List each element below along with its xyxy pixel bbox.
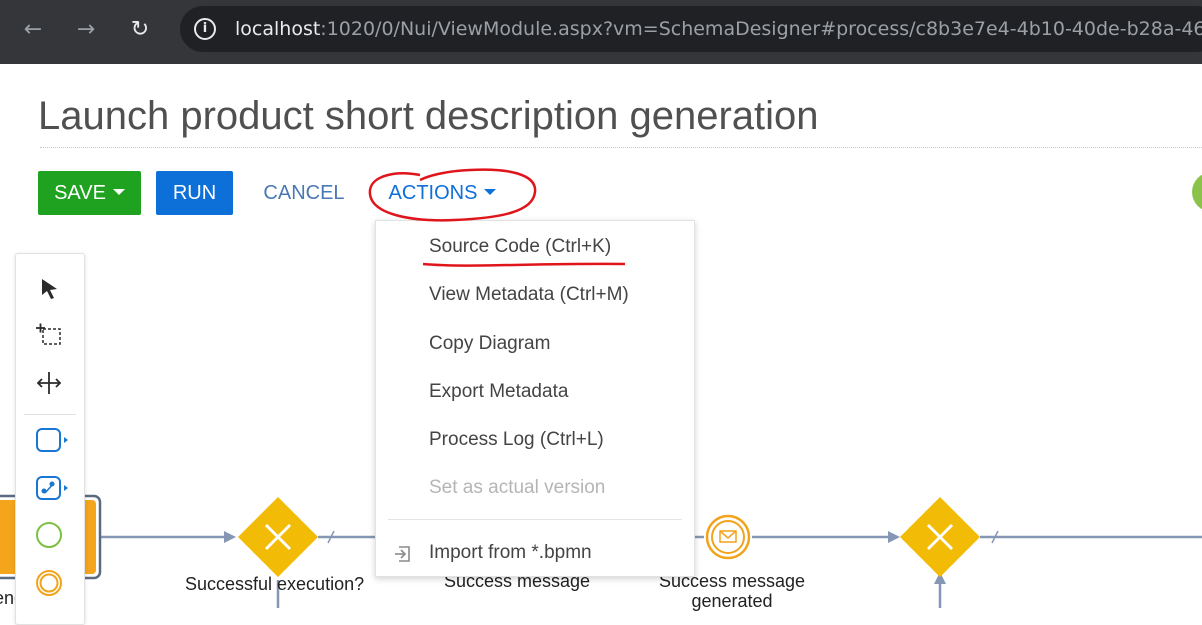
menu-divider	[388, 519, 682, 520]
task-icon[interactable]	[34, 425, 74, 455]
arrowhead	[224, 531, 236, 543]
intermediate-event-icon[interactable]	[34, 568, 64, 598]
move-canvas-icon[interactable]	[34, 368, 64, 398]
script-task-icon[interactable]	[34, 473, 74, 503]
event-label: Success message generated	[658, 571, 806, 611]
menu-item-copy-diagram[interactable]: Copy Diagram	[429, 333, 550, 355]
menu-item-source-code[interactable]: Source Code (Ctrl+K)	[429, 236, 611, 258]
exclusive-gateway	[238, 497, 318, 577]
gateway-label: Successful execution?	[185, 574, 365, 594]
arrowhead	[888, 531, 900, 543]
element-toolbar	[15, 253, 85, 625]
menu-item-set-actual-version: Set as actual version	[429, 477, 606, 498]
exclusive-gateway	[900, 497, 980, 577]
menu-item-process-log[interactable]: Process Log (Ctrl+L)	[429, 429, 604, 451]
start-event-icon[interactable]	[34, 520, 64, 550]
lasso-select-icon[interactable]	[34, 320, 64, 350]
pointer-icon[interactable]	[34, 274, 64, 304]
actions-dropdown-menu: Source Code (Ctrl+K) View Metadata (Ctrl…	[375, 220, 695, 577]
menu-item-view-metadata[interactable]: View Metadata (Ctrl+M)	[429, 284, 629, 306]
menu-item-export-metadata[interactable]: Export Metadata	[429, 381, 568, 403]
import-icon	[395, 546, 410, 562]
menu-item-import-bpmn[interactable]: Import from *.bpmn	[429, 542, 592, 564]
message-event	[705, 514, 751, 560]
toolbar-divider	[24, 414, 76, 415]
